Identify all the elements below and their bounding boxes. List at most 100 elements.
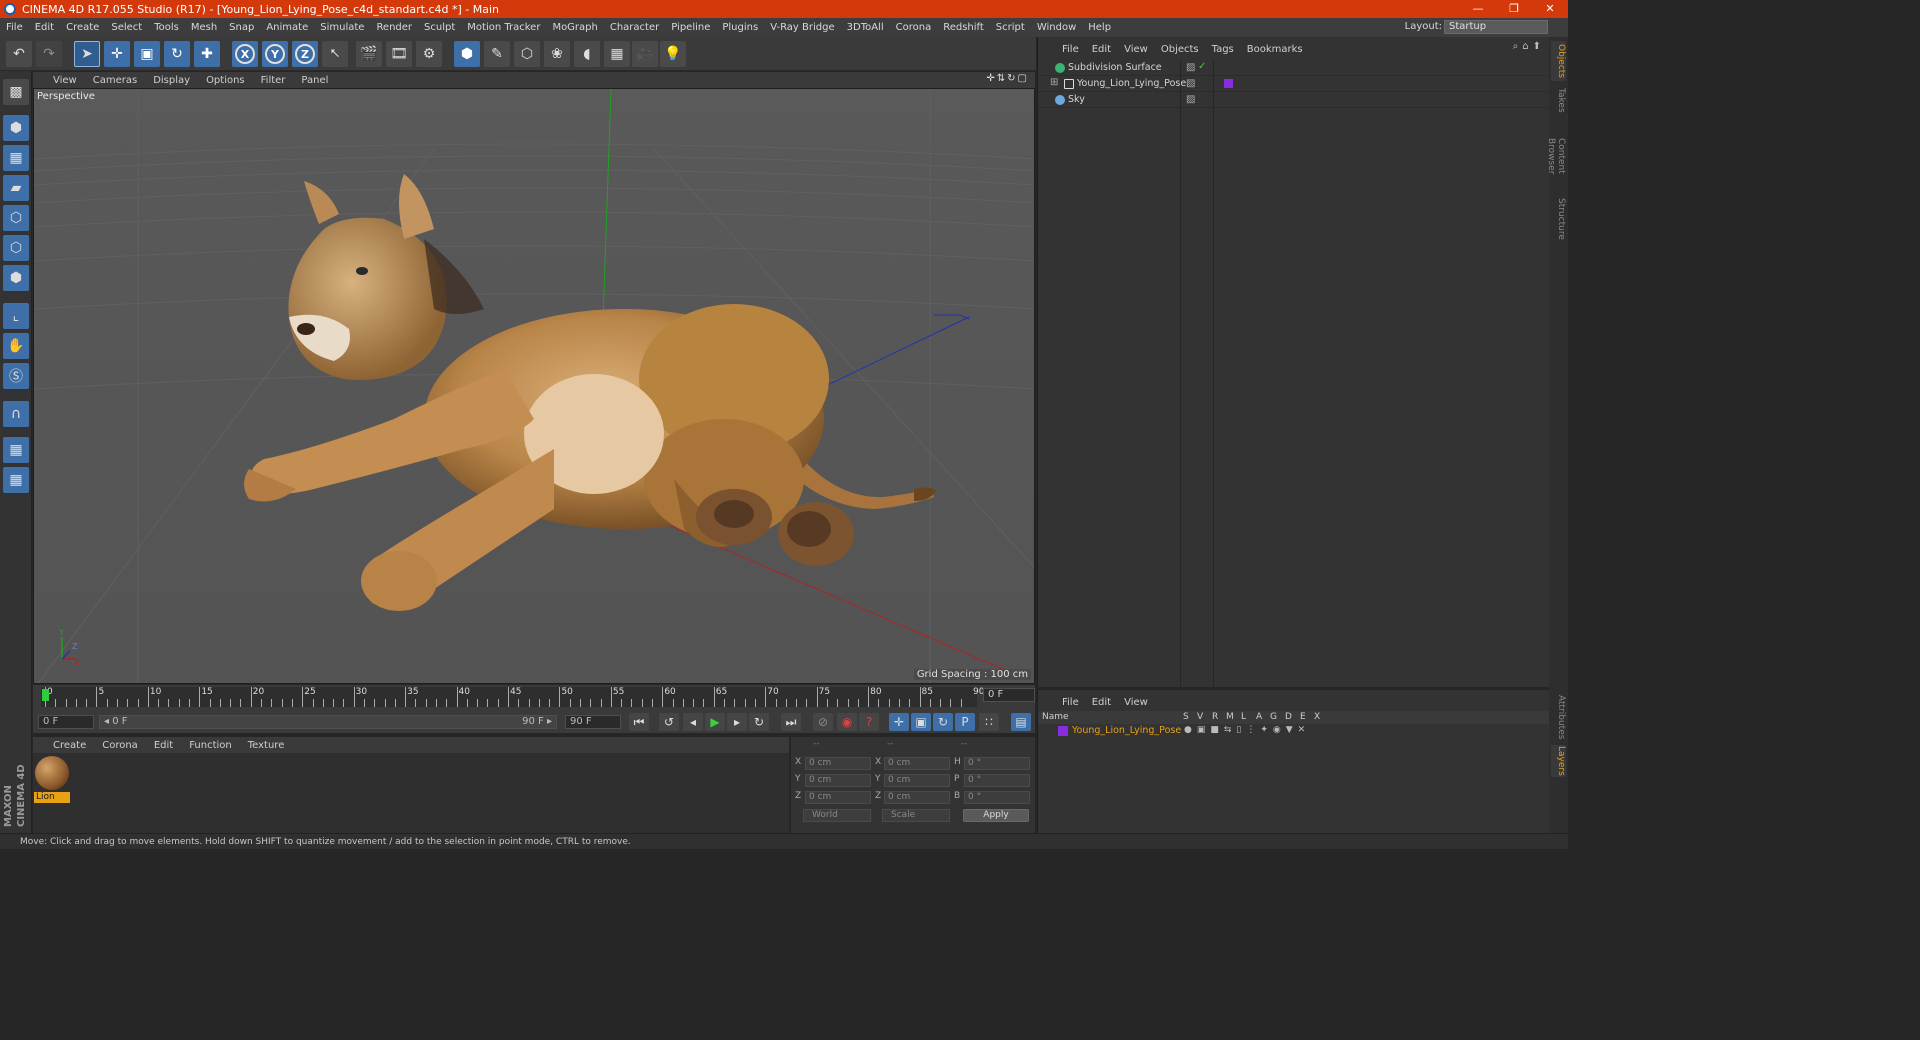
points-mode-icon[interactable]: ⬡ [3, 205, 29, 231]
subdivision-surface-icon[interactable]: ⬡ [514, 41, 540, 67]
go-to-start-icon[interactable]: ⏮ [629, 713, 649, 731]
side-tab-takes[interactable]: Takes [1551, 85, 1566, 115]
timeline-ruler[interactable]: 0 5 10 15 20 25 30 35 40 45 50 55 60 65 70 75 80 85 90 0 F [33, 685, 1035, 711]
objects-menu-objects[interactable]: Objects [1155, 44, 1206, 55]
record-keys-disabled-icon[interactable]: ⊘ [813, 713, 833, 731]
render-settings-icon[interactable]: ⚙ [416, 41, 442, 67]
material-menu-texture[interactable]: Texture [240, 740, 293, 751]
objects-menu-tags[interactable]: Tags [1206, 44, 1241, 55]
menu-character[interactable]: Character [604, 22, 665, 33]
menu-animate[interactable]: Animate [260, 22, 314, 33]
menu-edit[interactable]: Edit [29, 22, 60, 33]
lock-workplane-icon[interactable]: ▦ [3, 437, 29, 463]
autokeying-icon[interactable]: ? [859, 713, 879, 731]
menu-file[interactable]: File [0, 22, 29, 33]
key-parameter-icon[interactable]: P [955, 713, 975, 731]
position-x-field[interactable]: 0 cm [805, 757, 871, 770]
menu-corona[interactable]: Corona [890, 22, 938, 33]
objects-menu-file[interactable]: File [1056, 44, 1086, 55]
viewport-menu-cameras[interactable]: Cameras [85, 75, 145, 86]
object-row-sky[interactable]: Sky ▨ [1038, 92, 1550, 108]
layer-color-swatch[interactable] [1058, 726, 1068, 736]
viewport-menu-view[interactable]: View [45, 75, 85, 86]
minimize-button[interactable]: — [1460, 0, 1496, 18]
menu-3dtoall[interactable]: 3DToAll [841, 22, 890, 33]
rotation-h-field[interactable]: 0 ° [964, 757, 1030, 770]
young-lion-model[interactable] [244, 174, 936, 611]
spline-pen-icon[interactable]: ✎ [484, 41, 510, 67]
floor-scene-icon[interactable]: ▦ [604, 41, 630, 67]
enabled-check-icon[interactable]: ✓ [1198, 61, 1206, 72]
snap-icon[interactable]: Ⓢ [3, 363, 29, 389]
model-mode-icon[interactable]: ⬢ [3, 115, 29, 141]
side-tab-objects[interactable]: Objects [1551, 41, 1566, 81]
viewport-menu-options[interactable]: Options [198, 75, 253, 86]
material-menu-function[interactable]: Function [181, 740, 240, 751]
visibility-toggle-icon[interactable]: ▨ [1186, 78, 1195, 89]
menu-mesh[interactable]: Mesh [185, 22, 223, 33]
perspective-viewport[interactable]: Y X Z Perspective Grid Spacing : 100 cm [33, 88, 1035, 684]
texture-mode-icon[interactable]: ▦ [3, 145, 29, 171]
frame-ruler[interactable]: 0 5 10 15 20 25 30 35 40 45 50 55 60 65 70 75 80 85 90 [41, 687, 984, 707]
lock-y-axis-button[interactable]: Y [262, 41, 288, 67]
visibility-toggle-icon[interactable]: ▨ [1186, 94, 1195, 105]
menu-window[interactable]: Window [1031, 22, 1082, 33]
live-move-icon[interactable]: ✚ [194, 41, 220, 67]
objects-menu-bookmarks[interactable]: Bookmarks [1241, 44, 1310, 55]
lock-z-axis-button[interactable]: Z [292, 41, 318, 67]
menu-select[interactable]: Select [105, 22, 148, 33]
size-x-field[interactable]: 0 cm [884, 757, 950, 770]
key-rotation-icon[interactable]: ↻ [933, 713, 953, 731]
mograph-cloner-icon[interactable]: ❀ [544, 41, 570, 67]
menu-help[interactable]: Help [1082, 22, 1117, 33]
menu-vray-bridge[interactable]: V-Ray Bridge [764, 22, 840, 33]
objects-menu-edit[interactable]: Edit [1086, 44, 1118, 55]
menu-sculpt[interactable]: Sculpt [418, 22, 461, 33]
redo-icon[interactable]: ↷ [36, 41, 62, 67]
timeline-window-icon[interactable]: ▤ [1011, 713, 1031, 731]
rotation-b-field[interactable]: 0 ° [964, 791, 1030, 804]
object-row-subdivision-surface[interactable]: Subdivision Surface ▨ ✓ [1038, 60, 1550, 76]
make-editable-icon[interactable]: ▩ [3, 79, 29, 105]
light-bulb-icon[interactable]: 💡 [660, 41, 686, 67]
polygons-mode-icon[interactable]: ⬢ [3, 265, 29, 291]
previous-key-icon[interactable]: ↺ [659, 713, 679, 731]
planar-workplane-icon[interactable]: ▦ [3, 467, 29, 493]
cube-primitive-icon[interactable]: ⬢ [454, 41, 480, 67]
go-to-end-icon[interactable]: ⏭ [781, 713, 801, 731]
previous-frame-icon[interactable]: ◂ [683, 713, 703, 731]
coordinate-system-icon[interactable]: ⭦ [322, 41, 348, 67]
side-tab-attributes[interactable]: Attributes [1551, 693, 1566, 741]
menu-plugins[interactable]: Plugins [716, 22, 764, 33]
material-menu-edit[interactable]: Edit [146, 740, 181, 751]
workplane-icon[interactable]: ▰ [3, 175, 29, 201]
layers-menu-edit[interactable]: Edit [1086, 697, 1118, 708]
next-frame-icon[interactable]: ▸ [727, 713, 747, 731]
material-swatch-lion[interactable] [35, 756, 69, 790]
viewport-menu-panel[interactable]: Panel [293, 75, 336, 86]
menu-snap[interactable]: Snap [223, 22, 260, 33]
record-active-objects-icon[interactable]: ◉ [837, 713, 857, 731]
object-row-young-lion[interactable]: ⊞ Young_Lion_Lying_Pose ▨ [1038, 76, 1550, 92]
viewport-navigation-icons[interactable]: ✛⇅↻▢ [986, 73, 1029, 84]
viewport-menu-filter[interactable]: Filter [253, 75, 294, 86]
rotation-p-field[interactable]: 0 ° [964, 774, 1030, 787]
objects-menu-view[interactable]: View [1118, 44, 1155, 55]
layer-toggle-icons[interactable]: ●▣■⇆▯⋮✦◉▼✕ [1184, 725, 1310, 735]
material-name-label[interactable]: Lion [34, 792, 70, 803]
menu-tools[interactable]: Tools [148, 22, 185, 33]
side-tab-content-browser[interactable]: Content Browser [1546, 119, 1566, 193]
playhead-marker[interactable] [42, 689, 49, 701]
end-frame-field[interactable]: 90 F [565, 715, 621, 729]
key-point-level-icon[interactable]: ∷ [979, 713, 999, 731]
expand-tree-icon[interactable]: ⊞ [1050, 77, 1058, 88]
material-menu-corona[interactable]: Corona [94, 740, 146, 751]
restore-button[interactable]: ❐ [1496, 0, 1532, 18]
side-tab-structure[interactable]: Structure [1551, 197, 1566, 241]
menu-mograph[interactable]: MoGraph [546, 22, 603, 33]
select-cursor-icon[interactable]: ➤ [74, 41, 100, 67]
edges-mode-icon[interactable]: ⬡ [3, 235, 29, 261]
play-forward-icon[interactable]: ▶ [705, 713, 725, 731]
close-button[interactable]: ✕ [1532, 0, 1568, 18]
key-scale-icon[interactable]: ▣ [911, 713, 931, 731]
